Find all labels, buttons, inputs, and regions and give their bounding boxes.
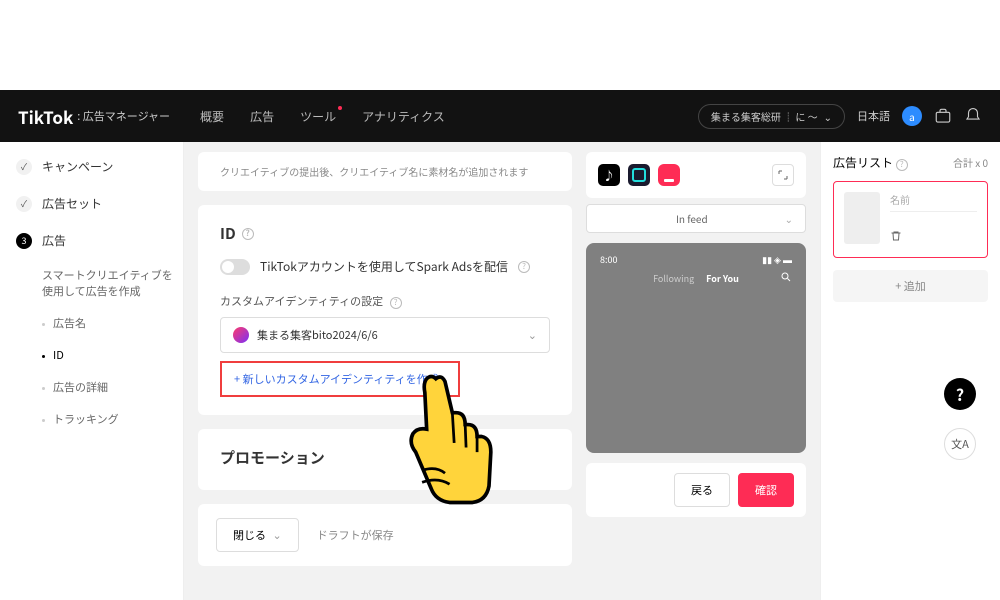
spark-ads-toggle[interactable] — [220, 259, 250, 275]
promotion-card: プロモーション — [198, 429, 572, 490]
identity-avatar-icon — [233, 327, 249, 343]
nav-tools[interactable]: ツール — [300, 108, 336, 125]
info-icon[interactable]: ? — [390, 297, 402, 309]
translate-fab[interactable]: 文A — [944, 428, 976, 460]
sidebar-step-campaign[interactable]: ✓キャンペーン — [0, 148, 183, 185]
preview-column: ♪ In feed⌄ 8:00 ▮▮ ◈ ▬ Following For You — [586, 152, 806, 590]
ad-list-title: 広告リスト ? — [833, 154, 908, 171]
confirm-button[interactable]: 確認 — [738, 473, 794, 507]
briefcase-icon[interactable] — [934, 107, 952, 125]
help-fab[interactable]: ? — [944, 378, 976, 410]
id-section-card: ID ? TikTokアカウントを使用してSpark Adsを配信 ? カスタム… — [198, 205, 572, 415]
ad-list-panel: 広告リスト ? 合計 x 0 名前 + 追加 — [820, 142, 1000, 600]
sidebar: ✓キャンペーン ✓広告セット 3広告 スマートクリエイティブを使用して広告を作成… — [0, 142, 184, 600]
trash-icon[interactable] — [890, 230, 902, 242]
ad-thumbnail — [844, 192, 880, 244]
layout: ✓キャンペーン ✓広告セット 3広告 スマートクリエイティブを使用して広告を作成… — [0, 142, 1000, 600]
top-nav: 概要 広告 ツール アナリティクス — [200, 108, 445, 125]
ad-name-input[interactable]: 名前 — [890, 192, 977, 212]
add-ad-button[interactable]: + 追加 — [833, 270, 988, 302]
brand: TikTok: 広告マネージャー — [18, 104, 170, 129]
sidebar-step-ad[interactable]: 3広告 — [0, 222, 183, 259]
bell-icon[interactable] — [964, 107, 982, 125]
sidebar-sub-id[interactable]: ID — [0, 339, 183, 371]
preview-apps: ♪ — [586, 152, 806, 198]
id-title: ID — [220, 223, 236, 244]
expand-icon[interactable] — [772, 164, 794, 186]
draft-status: ドラフトが保存 — [317, 527, 394, 543]
close-button[interactable]: 閉じる ⌄ — [216, 518, 299, 552]
ad-list-count: 合計 x 0 — [953, 155, 988, 170]
footer-row: 閉じる ⌄ ドラフトが保存 — [198, 504, 572, 566]
nav-analytics[interactable]: アナリティクス — [362, 108, 445, 125]
sidebar-sub-smartcreative[interactable]: スマートクリエイティブを使用して広告を作成 — [0, 259, 183, 307]
sidebar-sub-addetail[interactable]: 広告の詳細 — [0, 371, 183, 403]
resso-app-icon[interactable] — [658, 164, 680, 186]
identity-select[interactable]: 集まる集客bito2024/6/6 ⌄ — [220, 317, 550, 353]
chevron-down-icon: ⌄ — [528, 327, 537, 343]
avatar[interactable]: a — [902, 106, 922, 126]
spark-ads-label: TikTokアカウントを使用してSpark Adsを配信 — [260, 258, 508, 275]
info-icon[interactable]: ? — [518, 261, 530, 273]
main-content: クリエイティブの提出後、クリエイティブ名に素材名が追加されます ID ? Tik… — [184, 142, 820, 600]
language-selector[interactable]: 日本語 — [857, 108, 890, 124]
nav-ads[interactable]: 広告 — [250, 108, 274, 125]
search-icon — [780, 271, 792, 283]
preview-placement-select[interactable]: In feed⌄ — [586, 204, 806, 233]
account-pill[interactable]: 集まる集客総研 ┊ に 〜⌄ — [698, 104, 845, 129]
sidebar-sub-tracking[interactable]: トラッキング — [0, 403, 183, 435]
tiktok-app-icon[interactable]: ♪ — [598, 164, 620, 186]
creative-hint: クリエイティブの提出後、クリエイティブ名に素材名が追加されます — [220, 164, 550, 179]
nav-overview[interactable]: 概要 — [200, 108, 224, 125]
sidebar-sub-adname[interactable]: 広告名 — [0, 307, 183, 339]
back-button[interactable]: 戻る — [674, 473, 730, 507]
ad-list-item[interactable]: 名前 — [833, 181, 988, 258]
info-icon[interactable]: ? — [896, 159, 908, 171]
topbar: TikTok: 広告マネージャー 概要 広告 ツール アナリティクス 集まる集客… — [0, 90, 1000, 142]
info-icon[interactable]: ? — [242, 228, 254, 240]
create-identity-link[interactable]: + 新しいカスタムアイデンティティを作成 — [220, 361, 460, 397]
capcut-app-icon[interactable] — [628, 164, 650, 186]
phone-preview: 8:00 ▮▮ ◈ ▬ Following For You — [586, 243, 806, 453]
signal-icon: ▮▮ ◈ ▬ — [762, 253, 792, 266]
sidebar-step-adset[interactable]: ✓広告セット — [0, 185, 183, 222]
promotion-title: プロモーション — [220, 447, 550, 468]
